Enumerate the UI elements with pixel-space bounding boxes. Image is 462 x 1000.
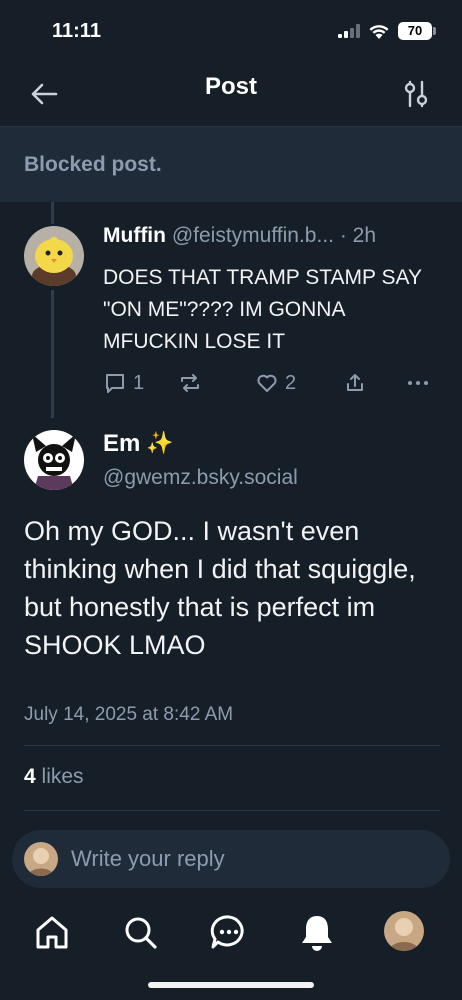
heart-icon (257, 374, 277, 392)
repost-icon (181, 374, 199, 392)
share-icon (347, 374, 363, 391)
reply-count: 1 (133, 371, 145, 394)
page-title: Post (204, 73, 257, 100)
status-bar: 11:11 70 (0, 0, 462, 62)
likes-count: 4 (24, 765, 36, 788)
divider (24, 745, 440, 746)
muffin-avatar-image (24, 226, 84, 286)
compose-avatar (24, 842, 58, 876)
sliders-icon[interactable] (396, 74, 436, 114)
reply-action-row: 1 2 (103, 368, 443, 398)
status-time: 11:11 (52, 20, 101, 42)
profile-tab-avatar[interactable] (384, 911, 424, 951)
post-author-name[interactable]: Em (103, 430, 140, 458)
nav-header: Post (0, 62, 462, 126)
reply-author-line: Muffin @feistymuffin.b... · 2h (103, 224, 376, 248)
post-text: Oh my GOD... I wasn't even thinking when… (24, 516, 416, 660)
reply-placeholder: Write your reply (71, 846, 225, 871)
reply-timestamp: 2h (352, 224, 377, 247)
blocked-post-banner[interactable]: Blocked post. (0, 126, 462, 202)
sparkles-emoji: ✨ (146, 430, 174, 455)
user-avatar-image (24, 842, 58, 876)
chat-icon[interactable] (207, 910, 251, 954)
avatar-muffin[interactable] (24, 226, 84, 286)
like-count: 2 (285, 371, 297, 394)
reply-author-name[interactable]: Muffin (103, 224, 166, 247)
post-author-handle[interactable]: @gwemz.bsky.social (103, 466, 298, 490)
search-icon[interactable] (118, 910, 162, 954)
likes-label: likes (41, 765, 84, 788)
like-button[interactable]: 2 (255, 368, 296, 398)
blocked-post-label: Blocked post. (24, 153, 162, 176)
profile-avatar-image (384, 911, 424, 951)
more-icon (408, 381, 428, 385)
wifi-icon (369, 25, 389, 39)
comment-icon (106, 374, 124, 393)
thread-line (51, 290, 54, 418)
reply-author-handle[interactable]: @feistymuffin.b... (172, 224, 334, 247)
tab-bar (0, 900, 462, 970)
reply-button[interactable]: 1 (103, 368, 144, 398)
em-avatar-image (24, 430, 84, 490)
thread-line (51, 202, 54, 224)
reply-input[interactable]: Write your reply (12, 830, 450, 888)
notifications-bell-icon[interactable] (295, 910, 339, 954)
battery-indicator: 70 (398, 22, 432, 40)
avatar-em[interactable] (24, 430, 84, 490)
signal-icon (338, 24, 360, 38)
post-date: July 14, 2025 at 8:42 AM (24, 704, 234, 725)
reply-text[interactable]: DOES THAT TRAMP STAMP SAY "ON ME"???? IM… (103, 262, 443, 358)
divider (24, 810, 440, 811)
likes-summary[interactable]: 4 likes (24, 765, 84, 789)
home-indicator (148, 982, 314, 988)
battery-nub (433, 27, 436, 35)
repost-button[interactable] (177, 368, 203, 398)
more-options-button[interactable] (405, 368, 431, 398)
share-button[interactable] (343, 368, 367, 398)
home-icon[interactable] (30, 910, 74, 954)
reply-separator: · (339, 224, 347, 247)
